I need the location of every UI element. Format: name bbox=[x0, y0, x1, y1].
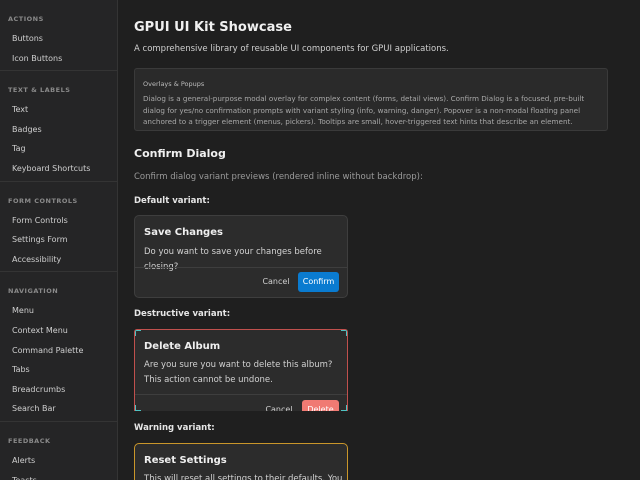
corner-marker bbox=[341, 330, 347, 336]
sidebar-item-text[interactable]: Text bbox=[0, 100, 117, 120]
sidebar-section-actions: ACTIONS Buttons Icon Buttons bbox=[0, 0, 117, 68]
corner-marker bbox=[135, 330, 141, 336]
sidebar-header: FORM CONTROLS bbox=[8, 196, 78, 205]
sidebar-section-text-labels: TEXT & LABELS Text Badges Tag Keyboard S… bbox=[0, 70, 117, 178]
cancel-button[interactable]: Cancel bbox=[259, 400, 299, 411]
sidebar-item-search-bar[interactable]: Search Bar bbox=[0, 399, 117, 419]
sidebar-item-breadcrumbs[interactable]: Breadcrumbs bbox=[0, 380, 117, 400]
cancel-button[interactable]: Cancel bbox=[256, 272, 296, 292]
sidebar-item-alerts[interactable]: Alerts bbox=[0, 451, 117, 471]
sidebar-item-context-menu[interactable]: Context Menu bbox=[0, 321, 117, 341]
sidebar-header: TEXT & LABELS bbox=[8, 86, 71, 95]
sidebar-item-tag[interactable]: Tag bbox=[0, 139, 117, 159]
sidebar-item-tabs[interactable]: Tabs bbox=[0, 360, 117, 380]
section-description: Confirm dialog variant previews (rendere… bbox=[134, 172, 423, 182]
dialog-title: Delete Album bbox=[144, 341, 221, 352]
dialog-message: Are you sure you want to delete this alb… bbox=[144, 360, 333, 385]
sidebar-section-navigation: NAVIGATION Menu Context Menu Command Pal… bbox=[0, 271, 117, 419]
sidebar-item-keyboard-shortcuts[interactable]: Keyboard Shortcuts bbox=[0, 159, 117, 179]
info-box: Overlays & Popups Dialog is a general-pu… bbox=[134, 68, 608, 131]
sidebar-section-feedback: FEEDBACK Alerts Toasts bbox=[0, 420, 117, 480]
destructive-variant-label: Destructive variant: bbox=[134, 309, 231, 319]
page-subtitle: A comprehensive library of reusable UI c… bbox=[134, 44, 449, 54]
section-title: Confirm Dialog bbox=[134, 147, 226, 160]
sidebar-header: FEEDBACK bbox=[8, 436, 51, 445]
sidebar-section-form-controls: FORM CONTROLS Form Controls Settings For… bbox=[0, 180, 117, 270]
default-confirm-dialog: Save Changes Do you want to save your ch… bbox=[134, 215, 348, 298]
corner-marker bbox=[341, 405, 347, 411]
sidebar-item-toasts[interactable]: Toasts bbox=[0, 471, 117, 480]
corner-marker bbox=[135, 405, 141, 411]
sidebar-item-form-controls[interactable]: Form Controls bbox=[0, 211, 117, 231]
main-content: GPUI UI Kit Showcase A comprehensive lib… bbox=[118, 0, 640, 480]
sidebar-item-icon-buttons[interactable]: Icon Buttons bbox=[0, 49, 117, 69]
sidebar-header: ACTIONS bbox=[8, 15, 44, 23]
sidebar-item-command-palette[interactable]: Command Palette bbox=[0, 341, 117, 361]
dialog-message: This will reset all settings to their de… bbox=[144, 474, 343, 480]
sidebar: ACTIONS Buttons Icon Buttons TEXT & LABE… bbox=[0, 0, 118, 480]
dialog-divider bbox=[135, 394, 347, 395]
sidebar-item-badges[interactable]: Badges bbox=[0, 120, 117, 140]
info-box-text: Dialog is a general-purpose modal overla… bbox=[143, 94, 585, 126]
delete-button[interactable]: Delete bbox=[302, 400, 339, 411]
info-box-title: Overlays & Popups bbox=[143, 80, 205, 88]
dialog-title: Save Changes bbox=[144, 227, 223, 238]
sidebar-item-menu[interactable]: Menu bbox=[0, 301, 117, 321]
sidebar-item-settings-form[interactable]: Settings Form bbox=[0, 230, 117, 250]
destructive-confirm-dialog: Delete Album Are you sure you want to de… bbox=[134, 329, 348, 411]
sidebar-item-buttons[interactable]: Buttons bbox=[0, 29, 117, 49]
warning-variant-label: Warning variant: bbox=[134, 423, 215, 433]
dialog-divider bbox=[135, 267, 347, 268]
warning-confirm-dialog: Reset Settings This will reset all setti… bbox=[134, 443, 348, 480]
confirm-button[interactable]: Confirm bbox=[298, 272, 339, 292]
default-variant-label: Default variant: bbox=[134, 196, 210, 206]
sidebar-header: NAVIGATION bbox=[8, 287, 59, 296]
dialog-title: Reset Settings bbox=[144, 455, 227, 466]
page-title: GPUI UI Kit Showcase bbox=[134, 20, 292, 35]
dialog-message: Do you want to save your changes before … bbox=[144, 247, 322, 272]
sidebar-item-accessibility[interactable]: Accessibility bbox=[0, 250, 117, 270]
